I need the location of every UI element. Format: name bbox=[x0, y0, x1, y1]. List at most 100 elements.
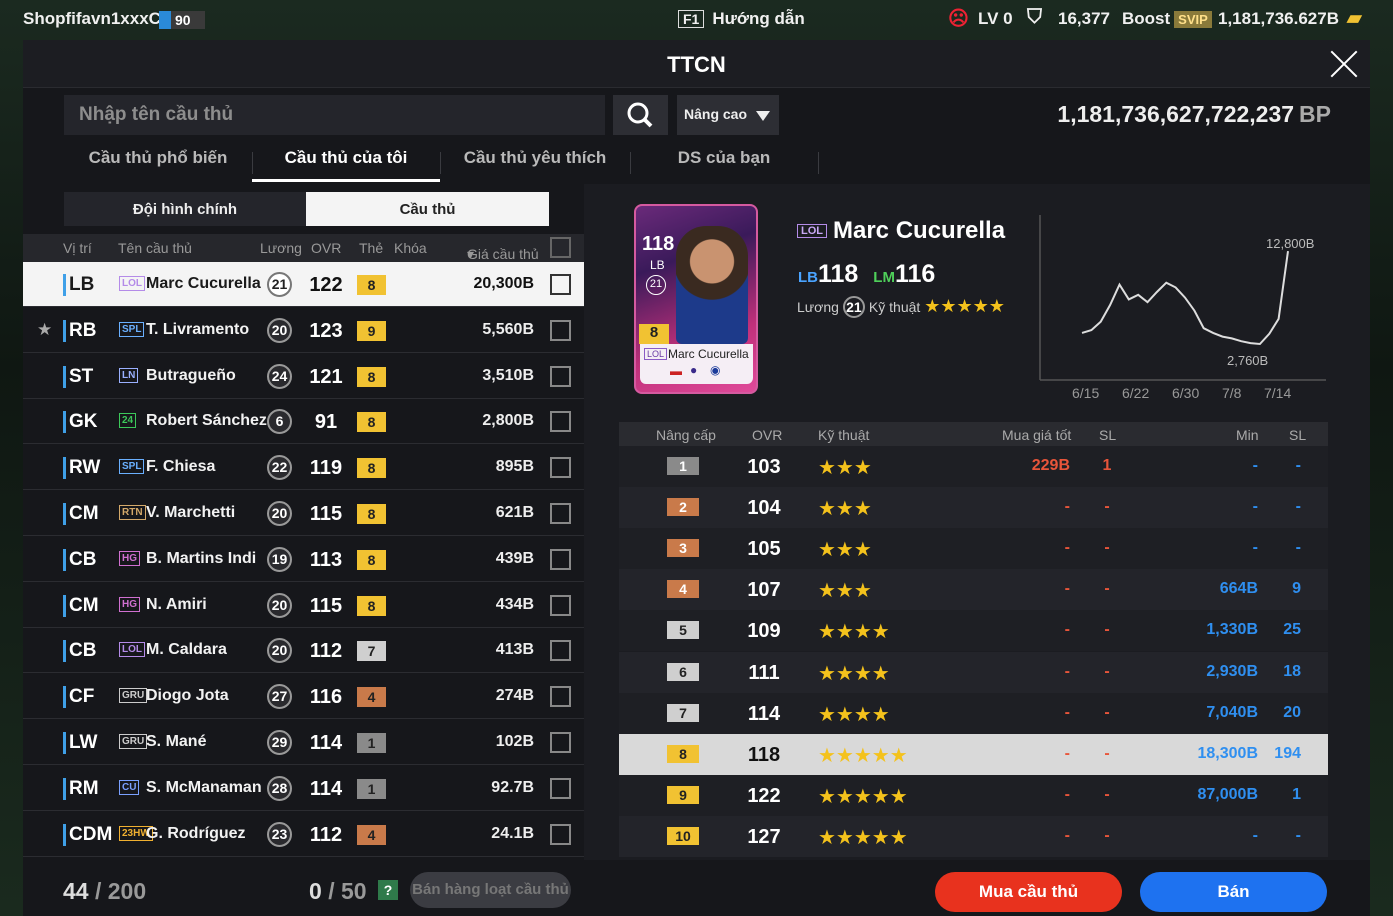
sad-face-icon: ☹ bbox=[948, 8, 969, 30]
select-all-checkbox[interactable] bbox=[550, 237, 571, 258]
player-position: RB bbox=[63, 319, 96, 342]
player-ovr: 115 bbox=[309, 503, 343, 525]
upgrade-row[interactable]: 4 107 ★★★ - - 664B 9 bbox=[619, 569, 1328, 611]
min-qty: 20 bbox=[1283, 703, 1301, 721]
upgrade-ovr: 114 bbox=[747, 702, 781, 725]
player-name: Robert Sánchez bbox=[146, 412, 267, 430]
min-price: 2,930B bbox=[1206, 662, 1258, 680]
player-row[interactable]: ★ RB SPL T. Livramento 20 123 9 5,560B bbox=[23, 308, 584, 353]
bulk-sell-button[interactable]: Bán hàng loạt cầu thủ bbox=[410, 872, 571, 908]
col-name[interactable]: Tên cầu thủ bbox=[118, 240, 192, 256]
upgrade-level: 10 bbox=[667, 826, 699, 845]
tab-favorite-players[interactable]: Cầu thủ yêu thích bbox=[440, 148, 630, 182]
salary-badge: 20 bbox=[267, 592, 292, 618]
upgrade-level: 4 bbox=[667, 580, 699, 599]
min-qty: 194 bbox=[1274, 744, 1301, 762]
chart-min-label: 2,760B bbox=[1227, 353, 1268, 368]
player-ovr: 113 bbox=[309, 548, 343, 571]
boost-button[interactable]: Boost SVIP bbox=[1122, 9, 1216, 29]
subtab-main-squad[interactable]: Đội hình chính bbox=[64, 192, 306, 226]
upgrade-level: 3 bbox=[667, 539, 699, 558]
tab-my-players[interactable]: Cầu thủ của tôi bbox=[252, 148, 440, 182]
row-checkbox[interactable] bbox=[550, 732, 571, 753]
upgrade-row[interactable]: 6 111 ★★★★ - - 2,930B 18 bbox=[619, 651, 1328, 693]
upgrade-row[interactable]: 1 103 ★★★ 229B 1 - - bbox=[619, 446, 1328, 487]
player-name: G. Rodríguez bbox=[146, 824, 246, 842]
col-ovr[interactable]: OVR bbox=[311, 240, 341, 256]
x-tick-label: 7/8 bbox=[1222, 385, 1242, 401]
chart-max-label: 12,800B bbox=[1266, 236, 1314, 251]
tab-popular-players[interactable]: Cầu thủ phổ biến bbox=[64, 148, 252, 182]
player-row[interactable]: ST LN Butragueño 24 121 8 3,510B bbox=[23, 354, 584, 399]
upgrade-row[interactable]: 10 127 ★★★★★ - - - - bbox=[619, 815, 1328, 857]
upgrade-row[interactable]: 3 105 ★★★ - - - - bbox=[619, 528, 1328, 570]
player-row[interactable]: CDM 23HW G. Rodríguez 23 112 4 24.1B bbox=[23, 812, 584, 857]
row-checkbox[interactable] bbox=[550, 319, 571, 341]
player-row[interactable]: CF GRU Diogo Jota 27 116 4 274B bbox=[23, 674, 584, 720]
player-row[interactable]: GK 24 Robert Sánchez 6 91 8 2,800B bbox=[23, 399, 584, 445]
player-name: F. Chiesa bbox=[146, 458, 216, 476]
row-checkbox[interactable] bbox=[550, 503, 571, 524]
upgrade-row[interactable]: 8 118 ★★★★★ - - 18,300B 194 bbox=[619, 733, 1328, 775]
player-row[interactable]: CB LOL M. Caldara 20 112 7 413B bbox=[23, 628, 584, 674]
list-footer: 44 / 200 0 / 50 ? Bán hàng loạt cầu thủ bbox=[23, 860, 584, 916]
upgrade-row[interactable]: 2 104 ★★★ - - - - bbox=[619, 487, 1328, 529]
row-checkbox[interactable] bbox=[550, 365, 571, 387]
player-row[interactable]: CM HG N. Amiri 20 115 8 434B bbox=[23, 583, 584, 628]
player-row[interactable]: CM RTN V. Marchetti 20 115 8 621B bbox=[23, 491, 584, 536]
upgrade-row[interactable]: 7 114 ★★★★ - - 7,040B 20 bbox=[619, 692, 1328, 734]
subtab-players[interactable]: Cầu thủ bbox=[306, 192, 549, 226]
window-header: TTCN bbox=[23, 40, 1370, 88]
player-position: ST bbox=[63, 365, 93, 388]
best-buy-price: - bbox=[1064, 580, 1070, 598]
player-ovr: 115 bbox=[309, 594, 343, 617]
f1-key: F1 bbox=[678, 10, 705, 28]
min-price: 87,000B bbox=[1197, 785, 1259, 803]
row-checkbox[interactable] bbox=[550, 548, 571, 570]
row-checkbox[interactable] bbox=[550, 777, 571, 799]
flag-icon: ▬ bbox=[670, 364, 682, 378]
player-row[interactable]: RW SPL F. Chiesa 22 119 8 895B bbox=[23, 445, 584, 491]
help-icon[interactable]: ? bbox=[378, 880, 398, 900]
best-buy-qty: - bbox=[1104, 621, 1110, 639]
search-input[interactable] bbox=[64, 95, 605, 135]
upgrade-ovr: 105 bbox=[747, 538, 781, 561]
row-checkbox[interactable] bbox=[550, 823, 571, 845]
upgrade-row[interactable]: 9 122 ★★★★★ - - 87,000B 1 bbox=[619, 774, 1328, 816]
row-checkbox[interactable] bbox=[550, 640, 571, 662]
best-buy-qty: - bbox=[1104, 580, 1110, 598]
player-row[interactable]: LB LOL Marc Cucurella 21 122 8 20,300B bbox=[23, 262, 584, 307]
player-row[interactable]: LW GRU S. Mané 29 114 1 102B bbox=[23, 720, 584, 765]
upgrade-row[interactable]: 5 109 ★★★★ - - 1,330B 25 bbox=[619, 610, 1328, 652]
col-position[interactable]: Vị trí bbox=[63, 240, 92, 256]
col-card[interactable]: Thẻ bbox=[359, 240, 383, 256]
trophy-count: 16,377 bbox=[1058, 9, 1110, 28]
help-link[interactable]: F1 Hướng dẫn bbox=[678, 9, 805, 29]
upgrade-level: 7 bbox=[667, 703, 699, 722]
row-checkbox[interactable] bbox=[550, 274, 571, 295]
player-row[interactable]: RM CU S. McManaman 28 114 1 92.7B bbox=[23, 766, 584, 811]
favorite-star-icon[interactable]: ★ bbox=[37, 320, 52, 340]
player-position: CF bbox=[63, 686, 94, 709]
player-position: LW bbox=[63, 732, 98, 754]
close-icon[interactable] bbox=[1328, 48, 1360, 80]
buy-player-button[interactable]: Mua cầu thủ bbox=[935, 872, 1122, 912]
search-button[interactable] bbox=[613, 95, 668, 135]
upgrade-stars: ★★★ bbox=[818, 580, 872, 603]
player-row[interactable]: CB HG B. Martins Indi 19 113 8 439B bbox=[23, 537, 584, 582]
row-checkbox[interactable] bbox=[550, 686, 571, 708]
row-checkbox[interactable] bbox=[550, 594, 571, 616]
player-position: CM bbox=[63, 503, 99, 525]
card-level-badge: 7 bbox=[357, 641, 386, 662]
player-position: CB bbox=[63, 548, 96, 571]
col-salary[interactable]: Lương bbox=[260, 240, 302, 256]
player-price: 274B bbox=[495, 687, 534, 705]
tab-your-list[interactable]: DS của bạn bbox=[630, 148, 818, 182]
row-checkbox[interactable] bbox=[550, 457, 571, 479]
advanced-dropdown[interactable]: Nâng cao bbox=[677, 95, 779, 135]
row-checkbox[interactable] bbox=[550, 411, 571, 433]
card-level-badge: 8 bbox=[357, 549, 386, 570]
col-lock[interactable]: Khóa bbox=[394, 240, 427, 256]
card-level-badge: 8 bbox=[357, 275, 386, 295]
sell-button[interactable]: Bán bbox=[1140, 872, 1327, 912]
